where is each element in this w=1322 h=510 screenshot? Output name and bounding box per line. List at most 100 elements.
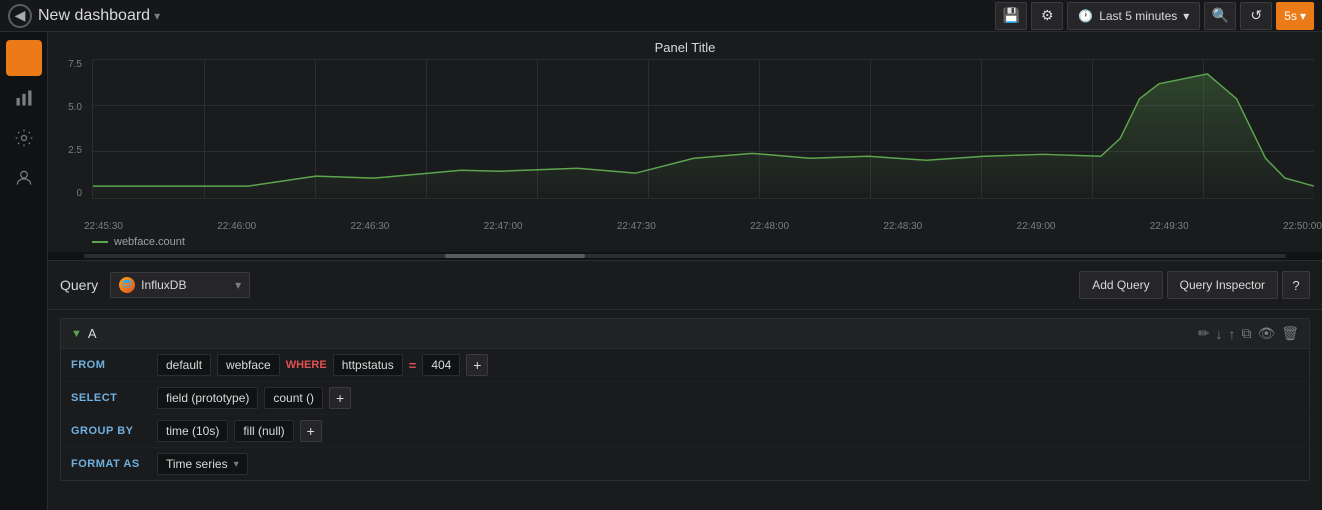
refresh-button[interactable]: ↺ (1240, 2, 1272, 30)
help-button[interactable]: ? (1282, 271, 1310, 299)
from-clause: FROM default webface WHERE httpstatus = … (61, 349, 1309, 382)
move-up-icon[interactable]: ↑ (1228, 326, 1235, 342)
formatas-select[interactable]: Time series ▾ (157, 453, 248, 475)
y-label-7_5: 7.5 (68, 59, 82, 70)
x-axis-labels: 22:45:30 22:46:00 22:46:30 22:47:00 22:4… (84, 219, 1322, 234)
back-button[interactable]: ◀ (8, 4, 32, 28)
formatas-caret: ▾ (234, 459, 239, 470)
x-label-3: 22:46:30 (350, 221, 389, 232)
edit-icon[interactable]: ✏ (1198, 325, 1210, 342)
x-label-7: 22:48:30 (883, 221, 922, 232)
x-label-4: 22:47:00 (484, 221, 523, 232)
chart-svg (93, 59, 1314, 198)
refresh-interval-button[interactable]: 5s ▾ (1276, 2, 1314, 30)
add-query-button[interactable]: Add Query (1079, 271, 1162, 299)
datasource-selector[interactable]: InfluxDB ▾ (110, 272, 250, 298)
scrollbar-track[interactable] (84, 254, 1286, 258)
settings-button[interactable]: ⚙ (1031, 2, 1063, 30)
query-name-a: A (88, 326, 97, 341)
sidebar-icon-chart[interactable] (6, 80, 42, 116)
add-groupby-button[interactable]: + (300, 420, 322, 442)
x-label-5: 22:47:30 (617, 221, 656, 232)
select-func-value[interactable]: count () (264, 387, 323, 409)
query-actions: Add Query Query Inspector ? (1079, 271, 1310, 299)
chart-area: 7.5 5.0 2.5 0 (48, 59, 1322, 219)
sidebar-icon-database[interactable] (6, 40, 42, 76)
header-right-actions: 💾 ⚙ 🕐 Last 5 minutes ▾ 🔍 ↺ 5s ▾ (995, 2, 1314, 30)
select-field-value[interactable]: field (prototype) (157, 387, 258, 409)
influxdb-icon (120, 278, 134, 292)
main-layout: Panel Title 7.5 5.0 2.5 0 (0, 32, 1322, 510)
chart-scrollbar (48, 252, 1322, 260)
select-keyword: SELECT (71, 392, 151, 404)
scrollbar-thumb[interactable] (445, 254, 585, 258)
dashboard-title-caret[interactable]: ▾ (154, 9, 160, 23)
chart-inner (92, 59, 1314, 199)
formatas-keyword: FORMAT AS (71, 458, 151, 470)
back-icon: ◀ (15, 7, 26, 24)
x-label-9: 22:49:30 (1150, 221, 1189, 232)
chart-area-fill (93, 74, 1314, 198)
chart-panel: Panel Title 7.5 5.0 2.5 0 (48, 32, 1322, 261)
chart-legend: webface.count (48, 234, 1322, 252)
query-label: Query (60, 277, 98, 293)
add-select-button[interactable]: + (329, 387, 351, 409)
panel-title: Panel Title (48, 32, 1322, 59)
duplicate-icon[interactable]: ⧉ (1241, 325, 1251, 342)
datasource-icon (119, 277, 135, 293)
where-val-value[interactable]: 404 (422, 354, 460, 376)
refresh-icon: ↺ (1250, 7, 1262, 24)
datasource-name: InfluxDB (141, 278, 186, 292)
move-down-icon[interactable]: ↓ (1215, 326, 1222, 342)
query-row-a-actions: ✏ ↓ ↑ ⧉ 👁 🗑 (1198, 325, 1299, 342)
query-row-a: ▼ A ✏ ↓ ↑ ⧉ 👁 🗑 FROM default webface (60, 318, 1310, 481)
refresh-interval-caret: ▾ (1300, 9, 1306, 23)
query-row-a-header: ▼ A ✏ ↓ ↑ ⧉ 👁 🗑 (61, 319, 1309, 349)
search-button[interactable]: 🔍 (1204, 2, 1236, 30)
sidebar-icon-user[interactable] (6, 160, 42, 196)
x-label-6: 22:48:00 (750, 221, 789, 232)
select-clause: SELECT field (prototype) count () + (61, 382, 1309, 415)
y-label-0: 0 (76, 188, 82, 199)
legend-label: webface.count (114, 236, 185, 248)
query-editor: Query InfluxDB ▾ Add Query Query Inspect (48, 261, 1322, 510)
clock-icon: 🕐 (1078, 9, 1093, 23)
query-inspector-button[interactable]: Query Inspector (1167, 271, 1278, 299)
where-keyword: WHERE (286, 359, 327, 371)
groupby-time-value[interactable]: time (10s) (157, 420, 228, 442)
refresh-interval-label: 5s (1284, 9, 1297, 23)
visibility-icon[interactable]: 👁 (1257, 325, 1275, 342)
from-table-value[interactable]: webface (217, 354, 280, 376)
time-range-caret: ▾ (1183, 9, 1189, 23)
y-axis: 7.5 5.0 2.5 0 (56, 59, 86, 199)
time-range-label: Last 5 minutes (1099, 9, 1177, 23)
delete-icon[interactable]: 🗑 (1281, 325, 1299, 342)
time-range-picker[interactable]: 🕐 Last 5 minutes ▾ (1067, 2, 1200, 30)
from-db-value[interactable]: default (157, 354, 211, 376)
chart-icon (14, 88, 34, 108)
x-label-8: 22:49:00 (1017, 221, 1056, 232)
x-label-1: 22:45:30 (84, 221, 123, 232)
add-where-button[interactable]: + (466, 354, 488, 376)
search-icon: 🔍 (1212, 7, 1229, 24)
database-icon (14, 48, 34, 68)
collapse-button-a[interactable]: ▼ (71, 328, 82, 340)
groupby-clause: GROUP BY time (10s) fill (null) + (61, 415, 1309, 448)
save-button[interactable]: 💾 (995, 2, 1027, 30)
datasource-caret: ▾ (235, 278, 241, 292)
query-header: Query InfluxDB ▾ Add Query Query Inspect (48, 261, 1322, 310)
left-sidebar (0, 32, 48, 510)
y-label-5: 5.0 (68, 102, 82, 113)
save-icon: 💾 (1003, 7, 1020, 24)
where-field-value[interactable]: httpstatus (333, 354, 403, 376)
sidebar-icon-gear[interactable] (6, 120, 42, 156)
formatas-clause: FORMAT AS Time series ▾ (61, 448, 1309, 480)
groupby-keyword: GROUP BY (71, 425, 151, 437)
content-area: Panel Title 7.5 5.0 2.5 0 (48, 32, 1322, 510)
from-keyword: FROM (71, 359, 151, 371)
groupby-fill-value[interactable]: fill (null) (234, 420, 293, 442)
where-operator: = (409, 358, 417, 373)
user-icon (14, 168, 34, 188)
x-label-10: 22:50:00 (1283, 221, 1322, 232)
x-label-2: 22:46:00 (217, 221, 256, 232)
